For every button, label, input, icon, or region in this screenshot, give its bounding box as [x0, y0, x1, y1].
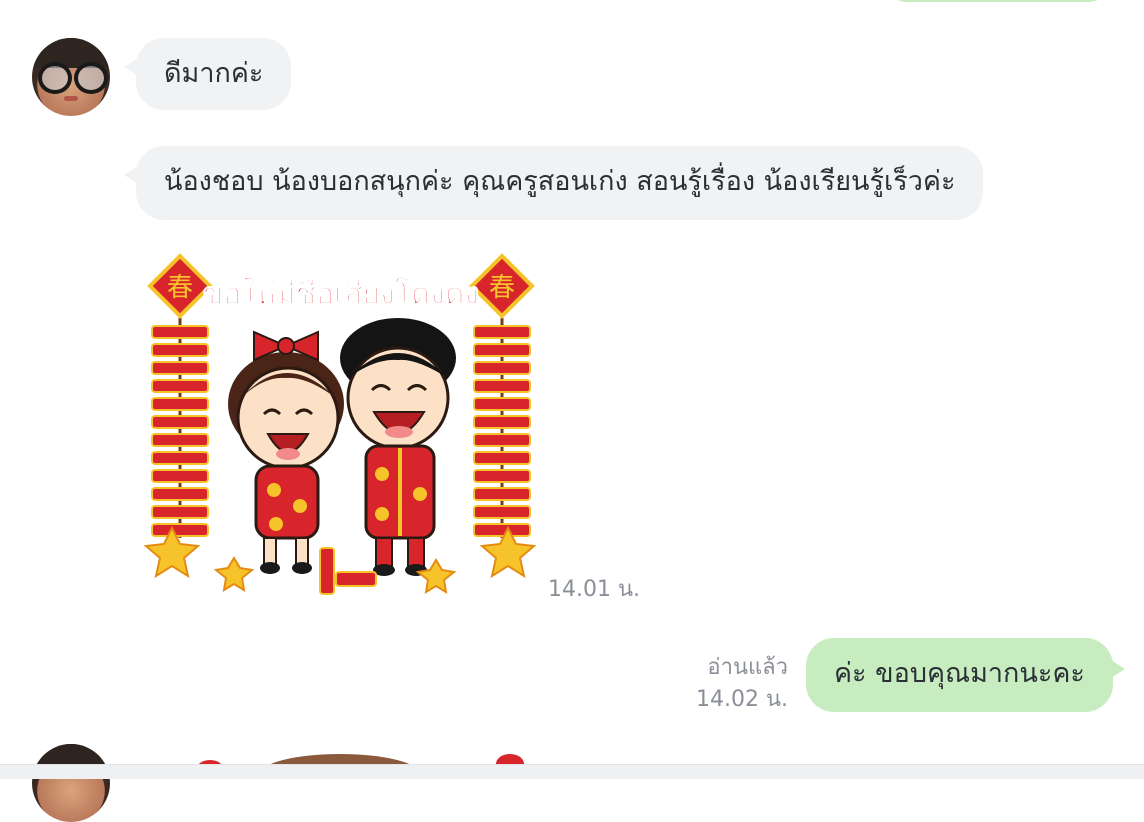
firecracker-string-right: 春: [469, 253, 535, 538]
read-receipt: อ่านแล้ว: [707, 655, 788, 680]
composer-bar-edge: [0, 764, 1144, 779]
avatar-glasses-right: [74, 62, 108, 94]
firecracker-string-left: 春: [147, 253, 213, 538]
sticker-firecrackers-ground: [319, 547, 377, 595]
previous-outgoing-bubble[interactable]: [885, 0, 1110, 2]
sticker-message[interactable]: 春 春 ขอให้มีชื่อเสียงโด่งดัง: [136, 248, 546, 608]
sticker-image: 春 春 ขอให้มีชื่อเสียงโด่งดัง: [143, 253, 537, 595]
sticker-badge-right: 春: [489, 273, 515, 303]
incoming-message-bubble[interactable]: น้องชอบ น้องบอกสนุกค่ะ คุณครูสอนเก่ง สอน…: [123, 146, 984, 220]
message-text: น้องชอบ น้องบอกสนุกค่ะ คุณครูสอนเก่ง สอน…: [164, 166, 956, 197]
contact-avatar[interactable]: [32, 744, 110, 822]
sticker-caption: ขอให้มีชื่อเสียงโด่งดัง: [203, 272, 479, 312]
avatar-mouth: [64, 96, 78, 101]
incoming-message-bubble[interactable]: ดีมากค่ะ: [123, 38, 292, 110]
message-timestamp: 14.02 น.: [695, 687, 788, 712]
message-text: ดีมากค่ะ: [164, 58, 264, 89]
message-text: ค่ะ ขอบคุณมากนะคะ: [834, 658, 1085, 689]
avatar-glasses-left: [38, 62, 72, 94]
sticker-boy: [340, 318, 456, 576]
message-timestamp: 14.01 น.: [548, 577, 641, 602]
sticker-badge-left: 春: [167, 273, 193, 303]
chat-thread: ดีมากค่ะ น้องชอบ น้องบอกสนุกค่ะ คุณครูสอ…: [0, 0, 1144, 822]
sticker-girl: [228, 330, 344, 574]
contact-avatar[interactable]: [32, 38, 110, 116]
outgoing-message-bubble[interactable]: ค่ะ ขอบคุณมากนะคะ: [806, 638, 1125, 712]
